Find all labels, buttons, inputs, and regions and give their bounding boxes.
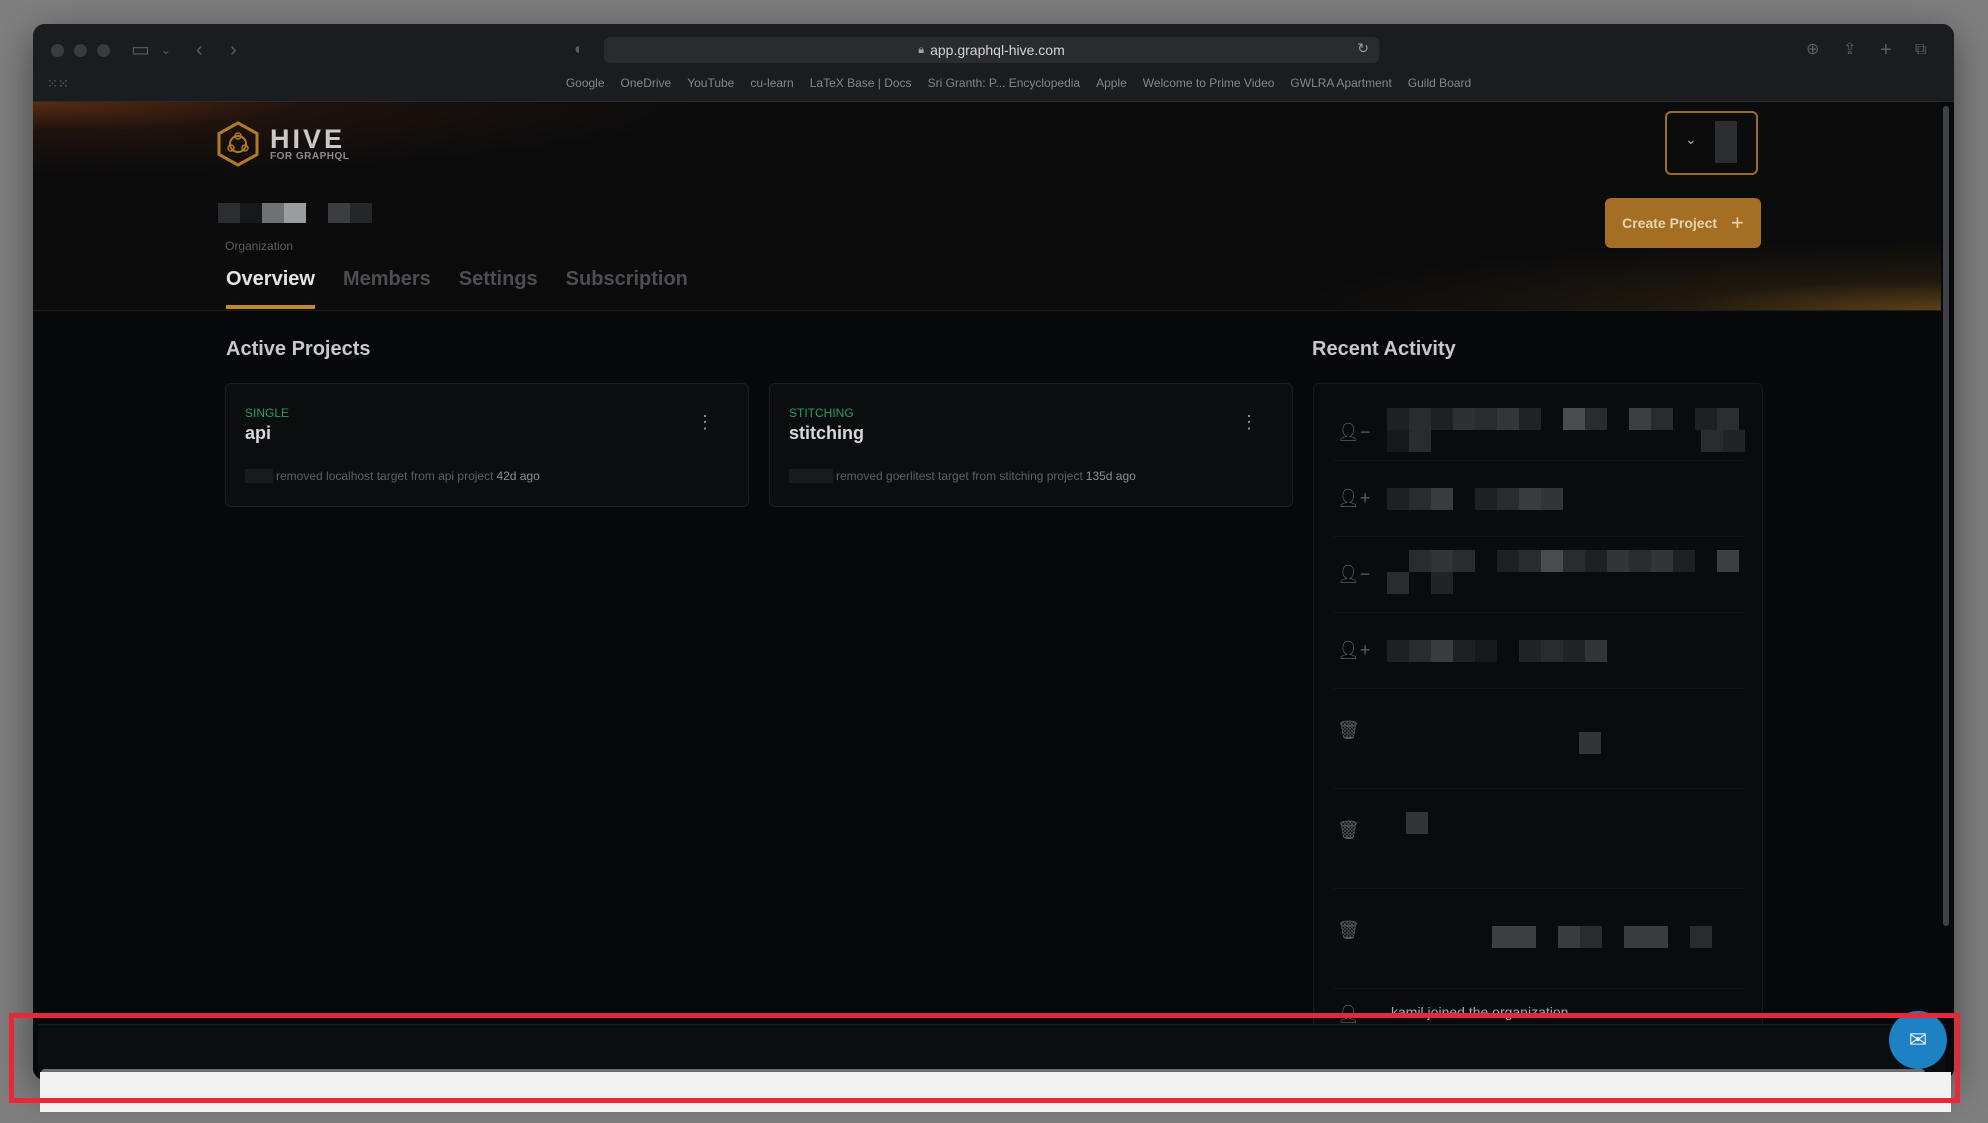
bookmark-item[interactable]: OneDrive xyxy=(621,76,672,96)
tab-members[interactable]: Members xyxy=(343,268,431,309)
project-card-api[interactable]: SINGLE api ⋮ removed localhost target fr… xyxy=(225,383,749,507)
tab-subscription[interactable]: Subscription xyxy=(566,268,688,309)
user-minus-icon: 👤︎− xyxy=(1337,564,1371,584)
redacted-activity xyxy=(1492,926,1712,948)
sidebar-toggle-icon[interactable]: ▭ xyxy=(131,38,150,62)
redacted-activity xyxy=(1387,550,1757,594)
bookmarks-bar: Google OneDrive YouTube cu-learn LaTeX B… xyxy=(33,76,1954,96)
activity-row: 👤︎− xyxy=(1334,394,1745,461)
redacted-user xyxy=(789,469,833,483)
activity-row: 👤︎+ xyxy=(1334,460,1744,537)
activity-text: removed localhost target from api projec… xyxy=(276,469,494,483)
sidebar-dropdown-icon[interactable]: ⌄ xyxy=(161,38,171,62)
bookmark-item[interactable]: Apple xyxy=(1096,76,1127,96)
user-menu-button[interactable]: ⌄ xyxy=(1665,111,1758,175)
chat-support-button[interactable]: ✉︎ xyxy=(1889,1011,1947,1069)
user-minus-icon: 👤︎− xyxy=(1337,422,1371,442)
logo-title: HIVE xyxy=(270,123,346,154)
activity-row: 🗑︎ xyxy=(1334,688,1744,789)
org-header: HIVE FOR GRAPHQL Organization Overview M… xyxy=(33,102,1941,311)
bookmark-item[interactable]: Guild Board xyxy=(1408,76,1471,96)
org-tabs: Overview Members Settings Subscription xyxy=(226,268,688,309)
minimize-window-button[interactable] xyxy=(74,44,87,57)
lock-icon: 🔒︎ xyxy=(918,43,925,56)
user-plus-icon: 👤︎+ xyxy=(1337,488,1371,508)
vertical-scrollbar[interactable] xyxy=(1943,106,1949,926)
project-card-stitching[interactable]: STITCHING stitching ⋮ removed goerlitest… xyxy=(769,383,1293,507)
project-name[interactable]: api xyxy=(245,423,271,444)
hive-logo[interactable]: HIVE FOR GRAPHQL xyxy=(216,121,349,167)
active-projects-title: Active Projects xyxy=(226,338,371,360)
activity-row: 🗑︎ xyxy=(1334,788,1744,889)
redacted-user xyxy=(245,469,273,483)
bookmark-item[interactable]: Google xyxy=(566,76,605,96)
chevron-down-icon: ⌄ xyxy=(1685,131,1697,147)
zoom-window-button[interactable] xyxy=(97,44,110,57)
activity-time: 135d ago xyxy=(1085,469,1136,483)
avatar xyxy=(1715,121,1737,163)
browser-window: ▭ ⌄ ‹ › ◐ 🔒︎ app.graphql-hive.com ↻ ⊕ ⇪ … xyxy=(33,24,1954,1080)
user-plus-icon: 👤︎+ xyxy=(1337,640,1371,660)
redacted-activity xyxy=(1406,812,1428,834)
project-name[interactable]: stitching xyxy=(789,423,864,444)
activity-time: ... xyxy=(1715,1004,1726,1018)
reload-icon[interactable]: ↻ xyxy=(1357,40,1369,57)
trash-icon: 🗑︎ xyxy=(1337,720,1360,740)
tab-settings[interactable]: Settings xyxy=(459,268,538,309)
activity-time: 42d ago xyxy=(496,469,540,483)
activity-row: 🗑︎ xyxy=(1334,888,1744,989)
activity-row: 👤︎− xyxy=(1334,536,1744,613)
logo-subtitle: FOR GRAPHQL xyxy=(270,150,350,162)
activity-row: 👤︎+ xyxy=(1334,612,1744,689)
create-project-label: Create Project xyxy=(1622,215,1718,231)
bookmark-item[interactable]: Sri Granth: P... Encyclopedia xyxy=(928,76,1081,96)
hive-hexagon-icon xyxy=(217,121,259,167)
redacted-activity xyxy=(1387,640,1607,662)
bookmark-item[interactable]: cu-learn xyxy=(750,76,793,96)
page-content: HIVE FOR GRAPHQL Organization Overview M… xyxy=(33,102,1954,1080)
browser-toolbar: ▭ ⌄ ‹ › ◐ 🔒︎ app.graphql-hive.com ↻ ⊕ ⇪ … xyxy=(33,24,1954,102)
create-project-button[interactable]: Create Project + xyxy=(1605,198,1761,248)
recent-activity-title: Recent Activity xyxy=(1312,338,1456,360)
user-plus-icon: 👤︎ xyxy=(1337,1004,1360,1024)
tab-overview[interactable]: Overview xyxy=(226,268,315,309)
activity-text: removed goerlitest target from stitching… xyxy=(836,469,1083,483)
forward-icon[interactable]: › xyxy=(230,38,237,62)
share-icon[interactable]: ⇪ xyxy=(1843,38,1856,62)
window-controls xyxy=(51,44,110,57)
bookmark-item[interactable]: Welcome to Prime Video xyxy=(1143,76,1275,96)
address-bar[interactable]: 🔒︎ app.graphql-hive.com ↻ xyxy=(604,37,1379,63)
more-options-icon[interactable]: ⋮ xyxy=(696,412,714,432)
privacy-shield-icon[interactable]: ◐ xyxy=(574,38,584,62)
downloads-icon[interactable]: ⊕ xyxy=(1806,38,1819,62)
close-window-button[interactable] xyxy=(51,44,64,57)
plus-icon: + xyxy=(1731,210,1744,235)
new-tab-icon[interactable]: + xyxy=(1880,38,1892,62)
project-type: STITCHING xyxy=(789,406,854,420)
project-activity: removed goerlitest target from stitching… xyxy=(789,469,1136,483)
more-options-icon[interactable]: ⋮ xyxy=(1240,412,1258,432)
project-type: SINGLE xyxy=(245,406,290,420)
trash-icon: 🗑︎ xyxy=(1337,920,1360,940)
bookmark-item[interactable]: YouTube xyxy=(687,76,734,96)
tab-overview-icon[interactable]: ⧉ xyxy=(1915,38,1926,62)
activity-text: kamil joined the organization xyxy=(1391,1004,1569,1020)
back-icon[interactable]: ‹ xyxy=(196,38,203,62)
project-activity: removed localhost target from api projec… xyxy=(245,469,540,483)
redacted-activity xyxy=(1387,408,1757,452)
bookmark-item[interactable]: GWLRA Apartment xyxy=(1290,76,1391,96)
trash-icon: 🗑︎ xyxy=(1337,820,1360,840)
redacted-activity xyxy=(1579,732,1601,754)
recent-activity-list: 👤︎− 👤︎+ 👤︎− 👤︎+ 🗑︎ 🗑︎ 🗑︎ 👤︎ kamil joined… xyxy=(1313,383,1763,1080)
redacted-activity xyxy=(1387,488,1563,510)
window-bottom-edge xyxy=(40,1072,1951,1112)
org-label: Organization xyxy=(225,239,294,253)
chat-icon: ✉︎ xyxy=(1908,1027,1928,1052)
url-text: app.graphql-hive.com xyxy=(930,42,1065,58)
bookmark-item[interactable]: LaTeX Base | Docs xyxy=(810,76,912,96)
org-name-redacted xyxy=(218,203,372,223)
